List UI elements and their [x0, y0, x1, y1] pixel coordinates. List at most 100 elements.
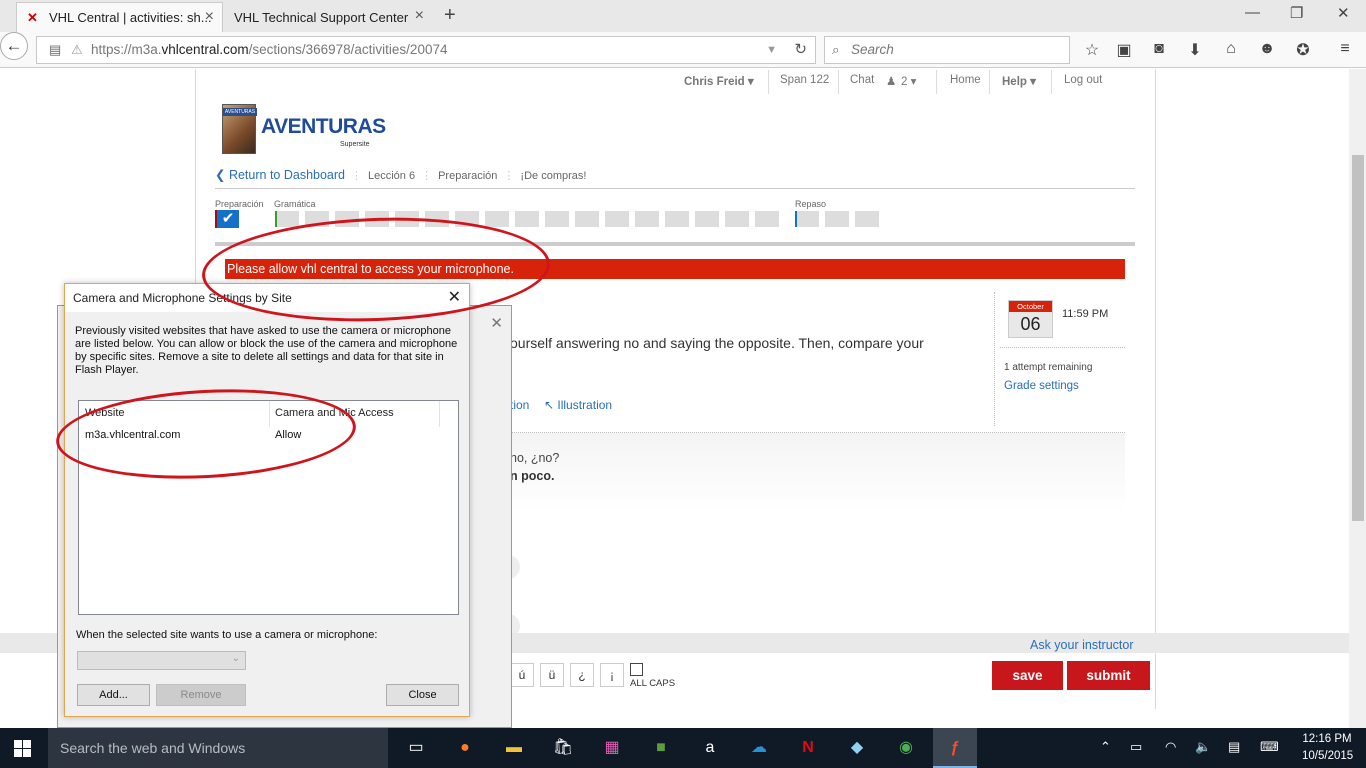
store-icon[interactable]: 🛍: [541, 728, 585, 768]
progress-step[interactable]: [515, 211, 539, 227]
chevron-down-icon[interactable]: ▼: [766, 37, 777, 63]
close-icon[interactable]: ×: [205, 8, 214, 26]
task-view-icon[interactable]: ▭: [394, 728, 438, 768]
wifi-icon[interactable]: ◠: [1165, 739, 1176, 755]
chevron-down-icon: ⌄: [231, 653, 240, 664]
scrollbar[interactable]: [1349, 69, 1366, 728]
tab-vhl-central[interactable]: ✕ VHL Central | activities: sh... ×: [16, 2, 223, 32]
globe-app-icon[interactable]: ◉: [884, 728, 928, 768]
pocket-icon[interactable]: ◙: [1149, 40, 1169, 58]
all-caps-checkbox[interactable]: [630, 663, 643, 676]
tab-vhl-support[interactable]: VHL Technical Support Center ×: [224, 2, 432, 32]
progress-step[interactable]: [825, 211, 849, 227]
onedrive-icon[interactable]: ☁: [737, 728, 781, 768]
progress-step[interactable]: [275, 211, 299, 227]
char-key-u-acute[interactable]: ú: [510, 663, 534, 687]
progress-step[interactable]: [855, 211, 879, 227]
char-key-inverted-exclamation[interactable]: ¡: [600, 663, 624, 687]
amazon-icon[interactable]: a: [688, 728, 732, 768]
firefox-icon[interactable]: ●: [443, 728, 487, 768]
progress-step[interactable]: [395, 211, 419, 227]
progress-step[interactable]: [545, 211, 569, 227]
site-list[interactable]: Website Camera and Mic Access m3a.vhlcen…: [78, 400, 459, 615]
progress-step[interactable]: [605, 211, 629, 227]
return-dashboard-link[interactable]: ❮ Return to Dashboard: [215, 168, 345, 182]
ask-instructor-link[interactable]: Ask your instructor: [1030, 638, 1134, 652]
window-close-icon[interactable]: ✕: [1337, 4, 1350, 22]
progress-step[interactable]: [755, 211, 779, 227]
progress-step[interactable]: [725, 211, 749, 227]
add-button[interactable]: Add...: [77, 684, 150, 706]
user-menu[interactable]: Chris Freid ▾: [684, 74, 754, 88]
menu-icon[interactable]: ≡: [1335, 40, 1355, 58]
file-explorer-icon[interactable]: ▬: [492, 728, 536, 768]
back-button[interactable]: ←: [0, 32, 28, 60]
submit-button[interactable]: submit: [1067, 661, 1150, 690]
minecraft-icon[interactable]: ■: [639, 728, 683, 768]
restore-icon[interactable]: ❐: [1290, 4, 1303, 22]
battery-icon[interactable]: ▭: [1130, 739, 1142, 755]
reload-icon[interactable]: ↻: [794, 37, 807, 63]
progress-step[interactable]: [695, 211, 719, 227]
download-icon[interactable]: ⬇: [1185, 40, 1205, 60]
progress-complete-checkmark-icon[interactable]: ✔: [215, 210, 239, 228]
tab-title: VHL Technical Support Center: [234, 9, 409, 25]
new-tab-button[interactable]: +: [444, 4, 456, 27]
progress-step[interactable]: [575, 211, 599, 227]
taskbar-search-input[interactable]: Search the web and Windows: [48, 728, 388, 768]
progress-step[interactable]: [665, 211, 689, 227]
netflix-icon[interactable]: N: [786, 728, 830, 768]
close-button[interactable]: Close: [386, 684, 459, 706]
progress-step[interactable]: [425, 211, 449, 227]
close-icon[interactable]: ✕: [490, 314, 503, 332]
help-menu[interactable]: Help ▾: [1002, 74, 1036, 88]
photo-app-icon[interactable]: ▦: [590, 728, 634, 768]
column-header-website[interactable]: Website: [85, 407, 125, 419]
progress-step[interactable]: [635, 211, 659, 227]
site-row-access[interactable]: Allow: [275, 429, 301, 441]
addon-icon[interactable]: ✪: [1293, 40, 1313, 60]
notes-app-icon[interactable]: ◆: [835, 728, 879, 768]
progress-step[interactable]: [485, 211, 509, 227]
progress-step[interactable]: [335, 211, 359, 227]
minimize-icon[interactable]: —: [1245, 4, 1260, 21]
save-button[interactable]: save: [992, 661, 1063, 690]
grade-settings-link[interactable]: Grade settings: [1004, 380, 1079, 392]
bookmark-star-icon[interactable]: ☆: [1082, 40, 1102, 60]
flash-player-icon[interactable]: ƒ: [933, 728, 977, 768]
illustration-link[interactable]: ↖ Illustration: [544, 398, 612, 412]
site-row-website[interactable]: m3a.vhlcentral.com: [85, 429, 180, 441]
char-key-u-umlaut[interactable]: ü: [540, 663, 564, 687]
notifications-icon[interactable]: ▤: [1228, 739, 1240, 755]
home-link[interactable]: Home: [950, 74, 981, 86]
progress-step[interactable]: [365, 211, 389, 227]
tray-expand-icon[interactable]: ⌃: [1100, 739, 1111, 755]
reading-list-icon[interactable]: ▣: [1114, 40, 1134, 60]
scrollbar-thumb[interactable]: [1352, 155, 1364, 521]
hello-icon[interactable]: ☻: [1257, 40, 1277, 58]
progress-step[interactable]: [305, 211, 329, 227]
chat-link[interactable]: Chat: [850, 74, 874, 86]
home-icon[interactable]: ⌂: [1221, 40, 1241, 58]
search-input[interactable]: ⌕ Search: [824, 36, 1070, 64]
keyboard-icon[interactable]: ⌨: [1260, 739, 1279, 755]
windows-start-icon[interactable]: [14, 740, 31, 757]
progress-step[interactable]: [455, 211, 479, 227]
breadcrumb-lesson[interactable]: Lección 6: [368, 170, 415, 182]
page-info-icon[interactable]: ▤: [49, 37, 61, 63]
close-icon[interactable]: ✕: [448, 287, 461, 307]
url-bar[interactable]: ▤ ⚠ https://m3a.vhlcentral.com/sections/…: [36, 36, 816, 64]
char-key-inverted-question[interactable]: ¿: [570, 663, 594, 687]
column-header-access[interactable]: Camera and Mic Access: [275, 407, 394, 419]
close-icon[interactable]: ×: [415, 7, 424, 25]
back-circle-icon: ❮: [215, 168, 229, 182]
volume-icon[interactable]: 🔈: [1195, 739, 1211, 755]
breadcrumb-section[interactable]: Preparación: [438, 170, 497, 182]
chat-count[interactable]: 2 ▾: [901, 74, 916, 88]
taskbar-clock-time[interactable]: 12:16 PM: [1302, 733, 1352, 745]
taskbar-clock-date[interactable]: 10/5/2015: [1302, 750, 1353, 762]
logout-link[interactable]: Log out: [1064, 74, 1102, 86]
course-link[interactable]: Span 122: [780, 74, 829, 86]
resource-link[interactable]: tion: [510, 398, 529, 412]
progress-step[interactable]: [795, 211, 819, 227]
